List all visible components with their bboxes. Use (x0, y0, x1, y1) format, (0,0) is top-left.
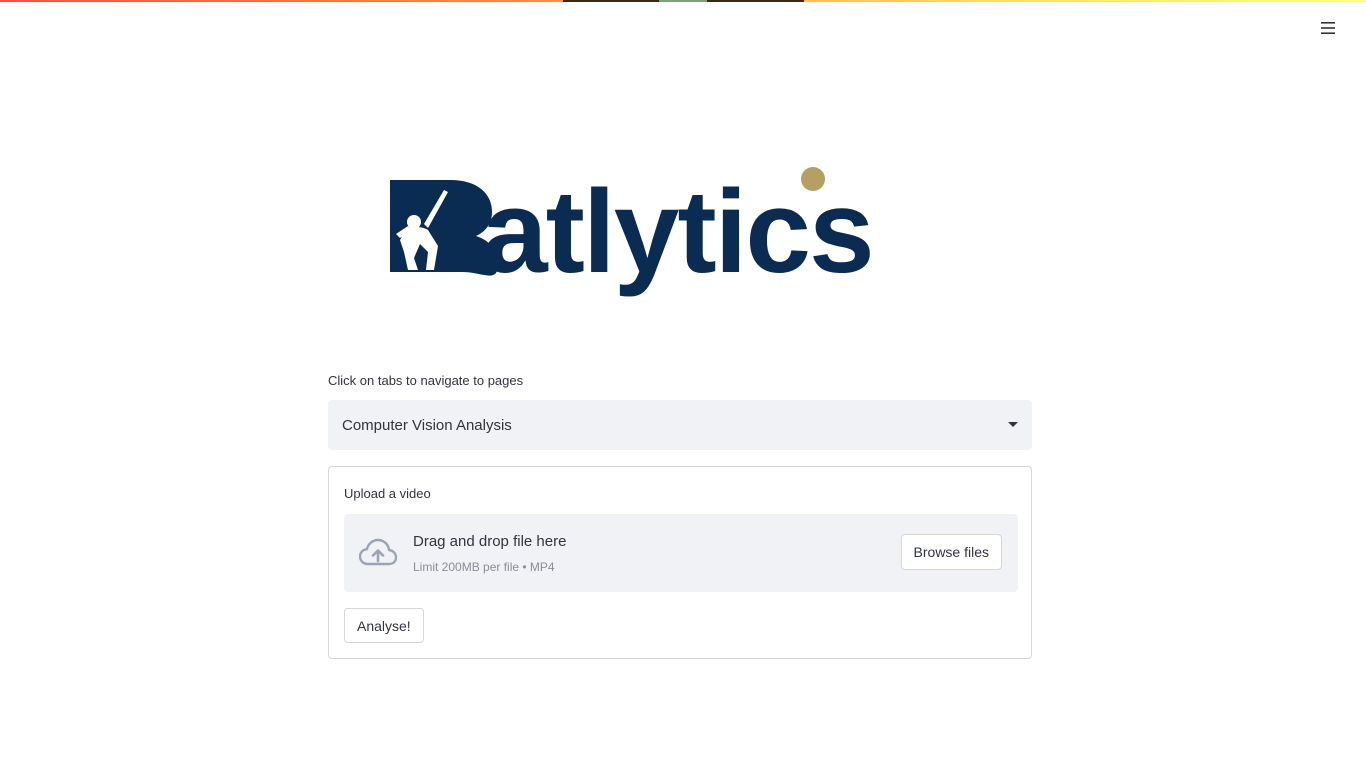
analyse-button[interactable]: Analyse! (344, 608, 424, 643)
dropzone-title: Drag and drop file here (413, 533, 567, 550)
caret-down-icon (1008, 422, 1018, 427)
top-bar-segment (563, 0, 659, 2)
page-select-value: Computer Vision Analysis (342, 416, 512, 434)
file-dropzone[interactable]: Drag and drop file here Limit 200MB per … (344, 514, 1018, 592)
logo-wordmark: atlytics (482, 166, 873, 298)
top-bar-segment (707, 0, 804, 2)
hamburger-icon (1321, 22, 1335, 34)
upload-label: Upload a video (344, 486, 431, 501)
upload-form: Upload a video Drag and drop file here L… (328, 466, 1032, 659)
top-decoration-bar (0, 0, 1366, 2)
top-bar-segment (659, 0, 707, 2)
main-menu-button[interactable] (1314, 14, 1342, 42)
page-select[interactable]: Computer Vision Analysis (328, 400, 1032, 450)
batlytics-logo: atlytics (390, 166, 875, 298)
browse-files-button[interactable]: Browse files (900, 534, 1002, 570)
dropzone-hint: Limit 200MB per file • MP4 (413, 560, 555, 574)
navigation-label: Click on tabs to navigate to pages (328, 373, 524, 388)
cloud-upload-icon (359, 538, 397, 566)
